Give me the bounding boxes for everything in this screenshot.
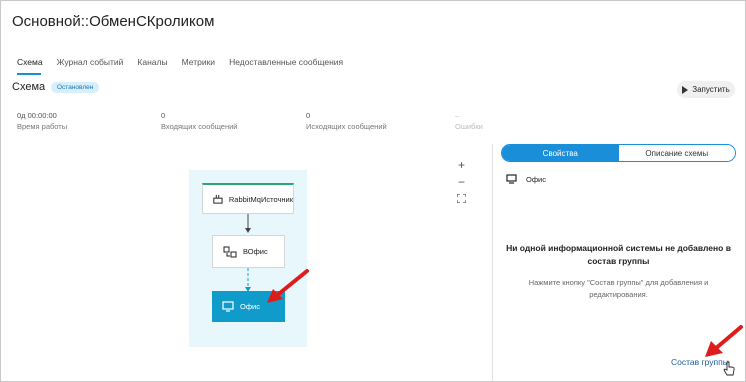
play-icon <box>682 85 689 94</box>
zoom-out-button[interactable]: − <box>453 173 470 190</box>
window: Основной::ОбменСКроликом Схема Журнал со… <box>0 0 746 382</box>
stat-outgoing-value: 0 <box>306 111 311 120</box>
stat-outgoing-label: Исходящих сообщений <box>306 122 387 131</box>
stat-incoming-value: 0 <box>161 111 166 120</box>
monitor-icon <box>506 174 517 184</box>
empty-state-hint: Нажмите кнопку "Состав группы" для добав… <box>528 278 709 299</box>
tab-channels[interactable]: Каналы <box>137 57 167 73</box>
fit-screen-button[interactable] <box>453 190 470 207</box>
tab-schema-description[interactable]: Описание схемы <box>618 145 735 161</box>
annotation-arrow-left <box>267 269 309 303</box>
stat-incoming-label: Входящих сообщений <box>161 122 238 131</box>
node-label: ВОфис <box>243 247 268 256</box>
active-tab-indicator <box>17 73 41 75</box>
run-button[interactable]: Запустить <box>677 81 735 98</box>
tab-event-log[interactable]: Журнал событий <box>57 57 124 73</box>
stat-errors-label: Ошибки <box>455 122 483 131</box>
connector-arrow-1 <box>245 228 251 233</box>
run-button-label: Запустить <box>692 85 730 94</box>
rabbit-icon <box>213 194 223 204</box>
fit-screen-icon <box>457 194 466 203</box>
zoom-in-button[interactable]: + <box>453 156 470 173</box>
status-badge: Остановлен <box>51 82 100 93</box>
panel-tabs: Свойства Описание схемы <box>501 144 736 162</box>
monitor-icon <box>222 301 234 312</box>
tab-bar: Схема Журнал событий Каналы Метрики Недо… <box>17 57 343 73</box>
tab-schema[interactable]: Схема <box>17 57 43 73</box>
transform-icon <box>223 246 237 257</box>
tab-properties[interactable]: Свойства <box>502 145 619 161</box>
node-rabbitmq-source[interactable]: RabbitMqИсточник <box>202 183 294 214</box>
annotation-arrow-right <box>705 325 743 357</box>
stat-errors-value: – <box>455 111 460 120</box>
selected-element: Офис <box>506 174 546 184</box>
node-label: RabbitMqИсточник <box>228 194 293 204</box>
tab-undelivered[interactable]: Недоставленные сообщения <box>229 57 343 73</box>
node-transform-office[interactable]: ВОфис <box>212 235 285 268</box>
node-label: Офис <box>240 302 260 311</box>
stat-uptime-value: 0д 00:00:00 <box>17 111 57 120</box>
tab-metrics[interactable]: Метрики <box>182 57 215 73</box>
empty-state-title: Ни одной информационной системы не добав… <box>506 243 731 266</box>
stat-uptime-label: Время работы <box>17 122 68 131</box>
section-title: Схема <box>12 81 46 93</box>
panel-divider <box>492 144 493 381</box>
selected-element-name: Офис <box>526 174 546 184</box>
hand-cursor-icon <box>723 361 735 376</box>
page-title: Основной::ОбменСКроликом <box>12 13 215 30</box>
